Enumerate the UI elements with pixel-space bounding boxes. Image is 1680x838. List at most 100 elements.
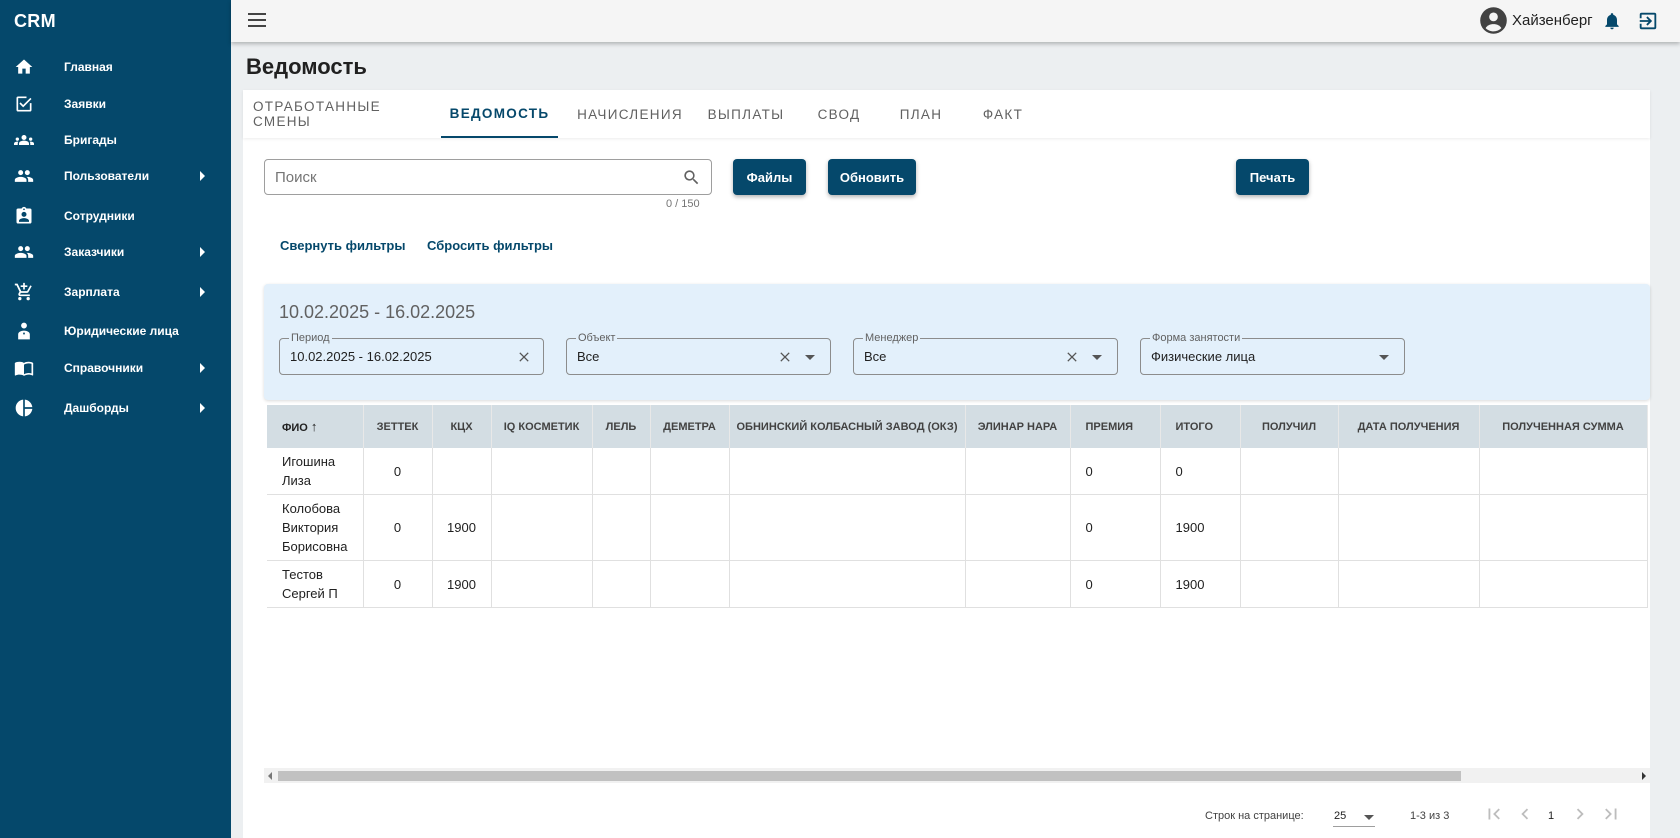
column-header[interactable]: ПОЛУЧЕННАЯ СУММА [1479, 405, 1648, 448]
table-row[interactable]: Колобова Виктория Борисовна 0 1900 0 1900 [267, 494, 1648, 561]
sidebar-item-employees[interactable]: Сотрудники [0, 198, 231, 234]
chevron-down-icon[interactable] [1379, 355, 1389, 360]
cart-plus-icon [14, 282, 32, 301]
sidebar-item-label: Заказчики [64, 245, 125, 259]
sidebar-item-references[interactable]: Справочники [0, 350, 231, 386]
hamburger-menu-icon[interactable] [248, 13, 266, 27]
period-title: 10.02.2025 - 16.02.2025 [279, 302, 476, 322]
table-cell [1240, 494, 1339, 561]
sidebar-item-dashboards[interactable]: Дашборды [0, 390, 231, 426]
period-field[interactable]: Период 10.02.2025 - 16.02.2025 [279, 332, 544, 375]
tab-worked-shifts[interactable]: ОТРАБОТАННЫЕ СМЕНЫ [253, 90, 433, 138]
chevron-down-icon [1364, 815, 1374, 820]
files-button[interactable]: Файлы [733, 159, 806, 195]
users-icon [14, 170, 34, 182]
tab-plan[interactable]: ПЛАН [881, 90, 961, 138]
table-cell [650, 560, 730, 608]
clear-icon[interactable] [516, 349, 532, 365]
sidebar-item-home[interactable]: Главная [0, 49, 231, 85]
search-icon[interactable] [682, 168, 701, 187]
sidebar-item-legal-entities[interactable]: Юридические лица [0, 313, 231, 349]
column-header[interactable]: ЗЕТТЕК [363, 405, 433, 448]
table-cell [491, 560, 593, 608]
table-cell [592, 560, 651, 608]
sidebar-item-label: Пользователи [64, 169, 150, 183]
object-select[interactable]: Объект Все [566, 332, 831, 375]
chevron-right-icon [200, 403, 205, 413]
clear-icon[interactable] [777, 349, 793, 365]
sidebar-item-customers[interactable]: Заказчики [0, 234, 231, 270]
table-cell [491, 448, 593, 495]
tab-fact[interactable]: ФАКТ [963, 90, 1043, 138]
print-button[interactable]: Печать [1236, 159, 1309, 195]
column-header[interactable]: КЦХ [432, 405, 492, 448]
table-cell: 0 [1160, 448, 1241, 495]
employment-form-select[interactable]: Форма занятости Физические лица [1140, 332, 1405, 375]
table-cell [1479, 494, 1648, 561]
logout-icon[interactable] [1637, 10, 1659, 32]
column-header[interactable]: ЛЕЛЬ [592, 405, 651, 448]
username[interactable]: Хайзенберг [1512, 12, 1593, 29]
column-header[interactable]: ПОЛУЧИЛ [1240, 405, 1339, 448]
scroll-right-icon[interactable] [1642, 772, 1646, 780]
previous-page-icon[interactable] [1514, 803, 1536, 825]
page-title: Ведомость [246, 54, 367, 79]
statement-table-container[interactable]: ФИО ↑ ЗЕТТЕК КЦХ IQ КОСМЕТИК ЛЕЛЬ ДЕМЕТР… [267, 405, 1650, 685]
table-cell: 1900 [1160, 494, 1241, 561]
bell-icon[interactable] [1602, 11, 1622, 31]
table-cell [592, 448, 651, 495]
sidebar-item-brigades[interactable]: Бригады [0, 122, 231, 158]
table-cell [1338, 448, 1480, 495]
fio-line: Сергей П [282, 586, 338, 601]
table-cell: 0 [1070, 448, 1161, 495]
employment-form-value: Физические лица [1151, 349, 1256, 364]
table-cell: 0 [363, 494, 433, 561]
search-input[interactable] [275, 168, 655, 186]
next-page-icon[interactable] [1569, 803, 1591, 825]
fio-line: Колобова [282, 501, 341, 516]
account-circle-icon[interactable] [1479, 6, 1508, 35]
table-row[interactable]: Тестов Сергей П 0 1900 0 1900 [267, 560, 1648, 608]
table-cell [729, 494, 966, 561]
tab-statement[interactable]: ВЕДОМОСТЬ [441, 90, 558, 138]
horizontal-scrollbar[interactable] [264, 768, 1650, 783]
manager-select[interactable]: Менеджер Все [853, 332, 1118, 375]
column-header[interactable]: ИТОГО [1160, 405, 1241, 448]
sidebar-item-label: Юридические лица [64, 324, 179, 338]
column-header[interactable]: ДЕМЕТРА [650, 405, 730, 448]
scrollbar-thumb[interactable] [278, 771, 1461, 781]
rows-per-page-value: 25 [1334, 810, 1347, 822]
sidebar-item-requests[interactable]: Заявки [0, 86, 231, 122]
cell-fio: Тестов Сергей П [267, 560, 364, 608]
customers-icon [14, 246, 34, 258]
reset-filters-button[interactable]: Сбросить фильтры [427, 238, 553, 253]
sidebar-item-salary[interactable]: Зарплата [0, 274, 231, 310]
tab-payments[interactable]: ВЫПЛАТЫ [697, 90, 795, 138]
refresh-button[interactable]: Обновить [828, 159, 916, 195]
scroll-left-icon[interactable] [268, 772, 272, 780]
table-cell: 0 [363, 448, 433, 495]
table-cell [1479, 560, 1648, 608]
cell-fio: Колобова Виктория Борисовна [267, 494, 364, 561]
column-header[interactable]: ПРЕМИЯ [1070, 405, 1161, 448]
column-header[interactable]: IQ КОСМЕТИК [491, 405, 593, 448]
last-page-icon[interactable] [1600, 803, 1622, 825]
chevron-down-icon[interactable] [805, 355, 815, 360]
first-page-icon[interactable] [1483, 803, 1505, 825]
column-header[interactable]: ОБНИНСКИЙ КОЛБАСНЫЙ ЗАВОД (ОКЗ) [729, 405, 966, 448]
tab-accruals[interactable]: НАЧИСЛЕНИЯ [565, 90, 695, 138]
fio-line: Лиза [282, 473, 311, 488]
manager-label: Менеджер [863, 332, 921, 344]
chevron-down-icon[interactable] [1092, 355, 1102, 360]
tab-summary[interactable]: СВОД [799, 90, 879, 138]
column-header[interactable]: ЭЛИНАР НАРА [965, 405, 1071, 448]
rows-per-page-select[interactable]: 25 [1333, 803, 1375, 827]
collapse-filters-button[interactable]: Свернуть фильтры [280, 238, 405, 253]
clear-icon[interactable] [1064, 349, 1080, 365]
table-row[interactable]: Игошина Лиза 0 0 0 [267, 448, 1648, 495]
sidebar-item-users[interactable]: Пользователи [0, 158, 231, 194]
sidebar-item-label: Справочники [64, 361, 144, 375]
column-header[interactable]: ДАТА ПОЛУЧЕНИЯ [1338, 405, 1480, 448]
sort-arrow-up-icon[interactable]: ↑ [311, 419, 318, 434]
column-header-fio[interactable]: ФИО ↑ [267, 405, 364, 448]
